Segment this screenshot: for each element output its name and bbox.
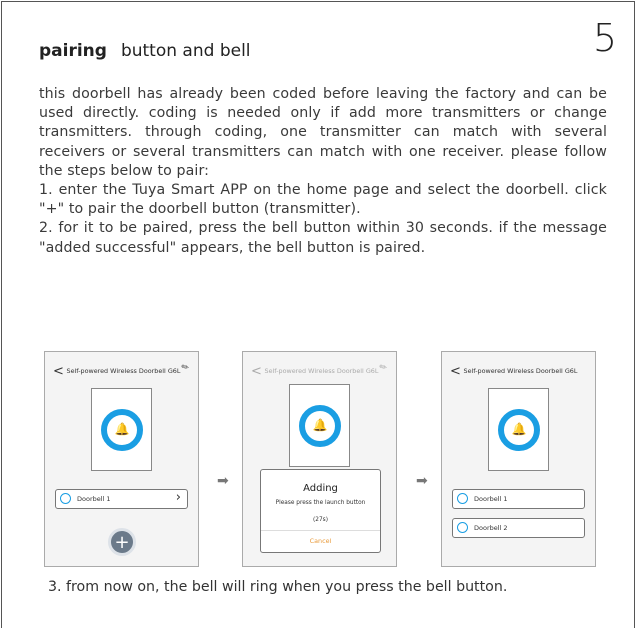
dialog-countdown: (27s) bbox=[313, 517, 328, 523]
step-1-paragraph: 1. enter the Tuya Smart APP on the home … bbox=[39, 182, 607, 218]
section-title: pairing button and bell bbox=[39, 41, 251, 61]
section-title-bold: pairing bbox=[39, 41, 107, 61]
cancel-button[interactable]: Cancel bbox=[261, 537, 380, 545]
doorbell-card: 🔔 bbox=[488, 388, 549, 471]
device-label: Doorbell 1 bbox=[474, 495, 508, 503]
app-screen-2: < Self-powered Wireless Doorbell G6L ✎ 🔔… bbox=[242, 351, 397, 567]
screen-header-title: Self-powered Wireless Doorbell G6L bbox=[66, 367, 181, 375]
screen-header-title: Self-powered Wireless Doorbell G6L bbox=[264, 367, 379, 375]
doorbell-card: 🔔 bbox=[91, 388, 152, 471]
device-icon bbox=[457, 522, 468, 533]
back-icon[interactable]: < bbox=[251, 364, 262, 379]
device-icon bbox=[457, 493, 468, 504]
app-screen-1: < Self-powered Wireless Doorbell G6L ✎ 🔔… bbox=[44, 351, 199, 567]
intro-paragraph: this doorbell has already been coded bef… bbox=[39, 86, 607, 179]
section-title-rest: button and bell bbox=[120, 41, 251, 61]
bell-icon: 🔔 bbox=[312, 418, 328, 432]
edit-icon[interactable]: ✎ bbox=[180, 362, 192, 374]
back-icon[interactable]: < bbox=[53, 364, 64, 379]
device-label: Doorbell 2 bbox=[474, 524, 508, 532]
device-icon bbox=[60, 493, 71, 504]
bell-icon: 🔔 bbox=[114, 422, 130, 436]
instructions-body: this doorbell has already been coded bef… bbox=[39, 85, 607, 258]
device-row-doorbell-2[interactable]: Doorbell 2 bbox=[452, 518, 585, 538]
dialog-message: Please press the launch button bbox=[275, 500, 366, 506]
device-label: Doorbell 1 bbox=[77, 495, 111, 503]
doorbell-ring-icon: 🔔 bbox=[299, 405, 341, 447]
doorbell-ring-icon: 🔔 bbox=[498, 409, 540, 451]
dialog-title: Adding bbox=[303, 483, 338, 494]
page-number: 5 bbox=[592, 16, 617, 60]
add-device-button[interactable]: + bbox=[108, 528, 136, 556]
device-row-doorbell-1[interactable]: Doorbell 1 › bbox=[55, 489, 188, 509]
arrow-right-icon: ➡ bbox=[416, 473, 428, 489]
manual-page: 5 pairing button and bell this doorbell h… bbox=[1, 1, 635, 628]
chevron-right-icon: › bbox=[175, 490, 181, 505]
device-row-doorbell-1[interactable]: Doorbell 1 bbox=[452, 489, 585, 509]
bell-icon: 🔔 bbox=[511, 422, 527, 436]
step-2-paragraph: 2. for it to be paired, press the bell b… bbox=[39, 220, 607, 256]
edit-icon[interactable]: ✎ bbox=[378, 362, 390, 374]
back-icon[interactable]: < bbox=[450, 364, 461, 379]
app-screen-3: < Self-powered Wireless Doorbell G6L 🔔 D… bbox=[441, 351, 596, 567]
arrow-right-icon: ➡ bbox=[217, 473, 229, 489]
step-3-text: 3. from now on, the bell will ring when … bbox=[48, 579, 508, 595]
doorbell-ring-icon: 🔔 bbox=[101, 409, 143, 451]
doorbell-card: 🔔 bbox=[289, 384, 350, 467]
adding-dialog: Adding Please press the launch button (2… bbox=[260, 469, 381, 553]
dialog-divider bbox=[261, 530, 380, 531]
screen-header-title: Self-powered Wireless Doorbell G6L bbox=[463, 367, 578, 375]
